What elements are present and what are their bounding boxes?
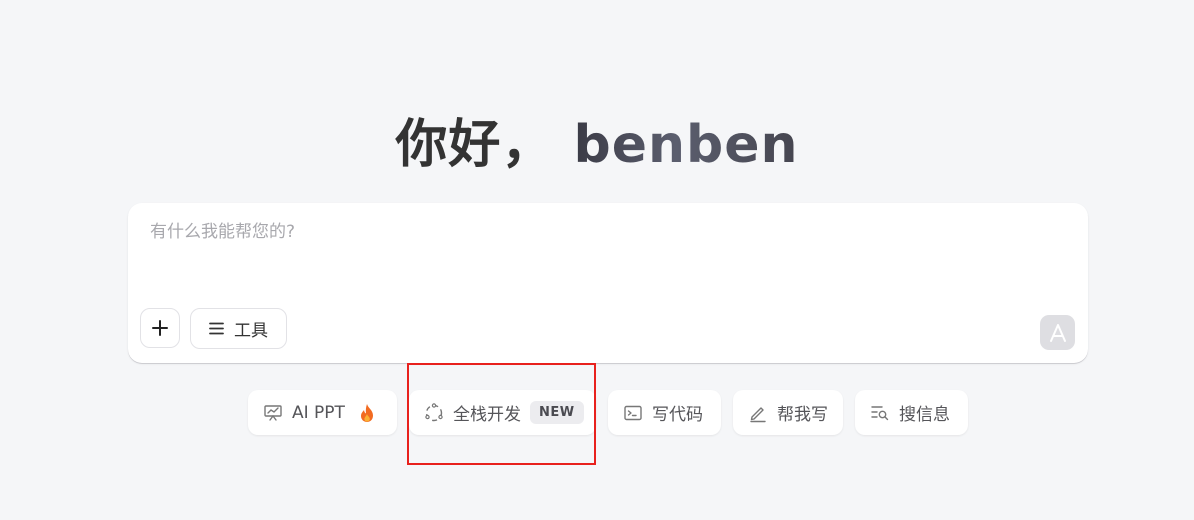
- greeting-hello: 你好，: [395, 115, 555, 175]
- chat-input[interactable]: [148, 217, 1052, 247]
- write-code-label: 写代码: [652, 405, 703, 425]
- help-write-button[interactable]: 帮我写: [733, 390, 843, 435]
- ai-ppt-button[interactable]: AI PPT: [248, 390, 397, 435]
- tools-button-label: 工具: [234, 321, 268, 341]
- quick-actions-bar: AI PPT 全栈开发 NEW 写代码 帮我写 搜信息: [248, 390, 968, 435]
- ai-ppt-label: AI PPT: [292, 402, 345, 423]
- greeting-heading: 你好， benben: [0, 110, 1194, 180]
- terminal-icon: [623, 403, 643, 423]
- fullstack-dev-label: 全栈开发: [453, 405, 521, 425]
- add-attachment-button[interactable]: [140, 308, 180, 348]
- plus-icon: [152, 320, 168, 336]
- fire-icon: [357, 403, 377, 423]
- fullstack-dev-button[interactable]: 全栈开发 NEW: [409, 390, 596, 435]
- write-code-button[interactable]: 写代码: [608, 390, 721, 435]
- pencil-icon: [748, 403, 768, 423]
- dotted-circle-icon: [424, 402, 444, 423]
- search-list-icon: [870, 403, 890, 423]
- new-badge: NEW: [530, 401, 584, 424]
- search-info-button[interactable]: 搜信息: [855, 390, 968, 435]
- tools-button[interactable]: 工具: [190, 308, 287, 349]
- chat-input-box: 工具: [128, 203, 1088, 363]
- presentation-icon: [263, 403, 283, 423]
- search-info-label: 搜信息: [899, 405, 950, 425]
- menu-icon: [209, 322, 224, 335]
- greeting-username: benben: [573, 115, 799, 175]
- help-write-label: 帮我写: [777, 405, 828, 425]
- send-arrow-icon: [1049, 323, 1066, 342]
- send-button[interactable]: [1040, 315, 1075, 350]
